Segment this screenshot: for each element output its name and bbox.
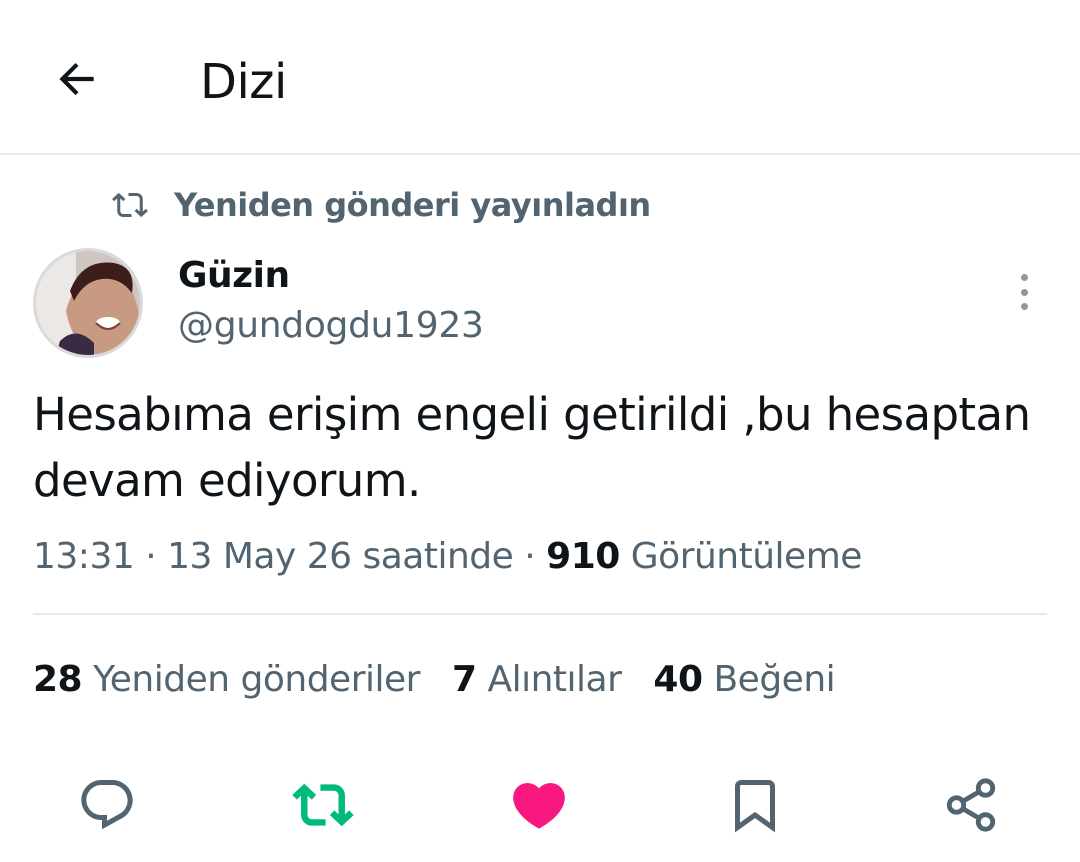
- bookmark-icon: [735, 780, 775, 833]
- arrow-left-icon: [59, 62, 94, 96]
- views-count: 910: [546, 536, 620, 577]
- back-button[interactable]: [42, 44, 112, 114]
- action-bar: [0, 770, 1080, 840]
- bookmark-button[interactable]: [720, 770, 790, 840]
- repost-banner-text: Yeniden gönderi yayınladın: [174, 186, 651, 224]
- meta-separator: ·: [524, 536, 536, 577]
- likes-stat[interactable]: 40 Beğeni: [653, 659, 835, 700]
- repost-icon: [292, 783, 354, 827]
- reply-button[interactable]: [72, 770, 142, 840]
- reply-icon: [81, 780, 133, 830]
- author-name[interactable]: Güzin: [178, 252, 290, 300]
- repost-button[interactable]: [288, 770, 358, 840]
- views-label: Görüntüleme: [630, 536, 863, 577]
- tweet-text: Hesabıma erişim engeli getirildi ,bu hes…: [33, 388, 1031, 507]
- more-options-button[interactable]: [1004, 270, 1044, 314]
- divider: [33, 613, 1047, 615]
- like-button[interactable]: [504, 770, 574, 840]
- share-button[interactable]: [936, 770, 1006, 840]
- repost-banner: Yeniden gönderi yayınladın: [110, 180, 651, 230]
- meta-separator: ·: [145, 536, 157, 577]
- repost-icon: [110, 185, 150, 225]
- heart-icon: [513, 783, 565, 829]
- tweet-meta: 13:31 · 13 May 26 saatinde · 910 Görüntü…: [33, 532, 862, 582]
- engagement-stats: 28 Yeniden gönderiler 7 Alıntılar 40 Beğen…: [33, 655, 836, 705]
- quotes-stat[interactable]: 7 Alıntılar: [452, 659, 622, 700]
- share-icon: [946, 778, 996, 832]
- author-handle[interactable]: @gundogdu1923: [178, 302, 484, 350]
- reposts-stat[interactable]: 28 Yeniden gönderiler: [33, 659, 420, 700]
- tweet-date[interactable]: 13 May 26 saatinde: [167, 536, 514, 577]
- tweet-time[interactable]: 13:31: [33, 536, 135, 577]
- top-bar: Dizi: [0, 0, 1080, 155]
- page-title: Dizi: [200, 54, 287, 110]
- avatar[interactable]: [33, 248, 143, 358]
- more-dots-icon: [1020, 274, 1028, 281]
